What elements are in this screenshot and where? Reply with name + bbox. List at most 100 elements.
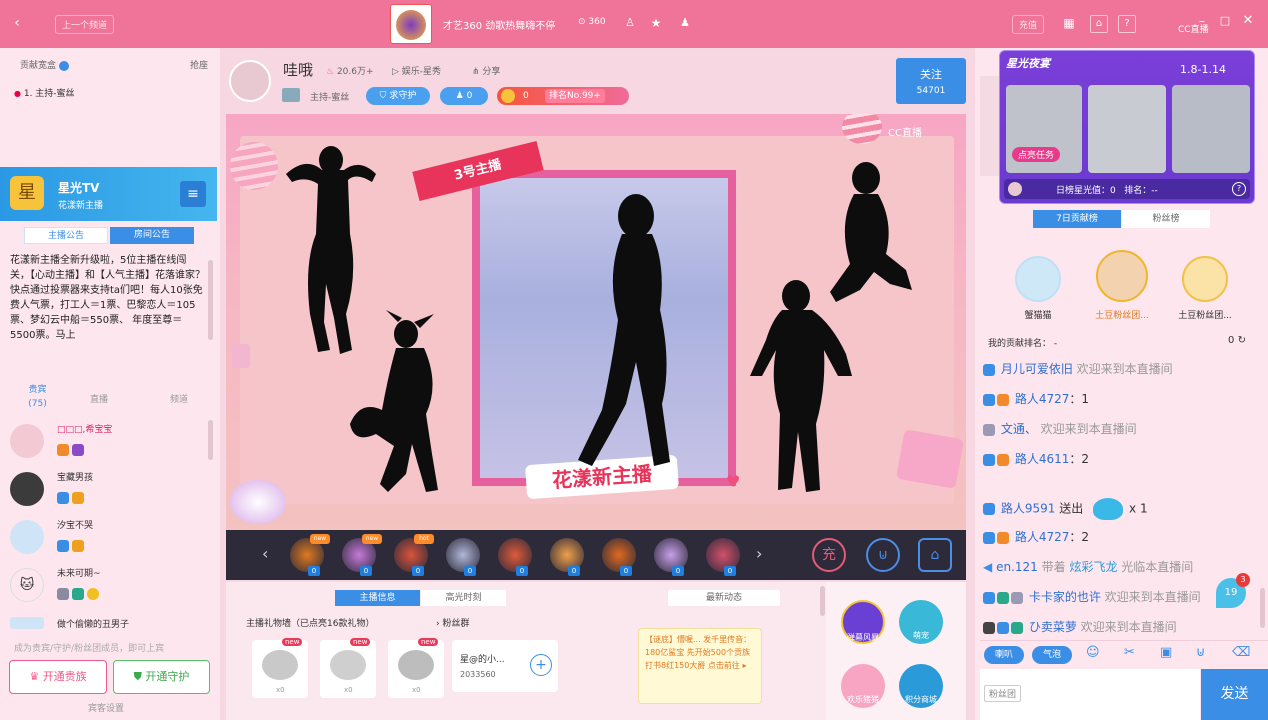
list-item[interactable]: 未来可期~ xyxy=(57,566,101,579)
fan-group-card[interactable]: 星@的小... 2033560 + xyxy=(452,640,558,692)
gift-wall-item[interactable]: new x0 xyxy=(388,638,444,698)
tab-moments[interactable]: 高光时刻 xyxy=(421,590,506,606)
horn-button[interactable]: 喇叭 xyxy=(984,646,1024,664)
image-icon[interactable]: ▣ xyxy=(1160,645,1172,660)
gift-item[interactable]: 0 hot xyxy=(392,534,434,576)
person-icon[interactable]: ♙ xyxy=(622,14,638,32)
gift-item[interactable]: 0 xyxy=(444,536,482,576)
help-icon[interactable]: ? xyxy=(1118,15,1136,33)
refresh-icon[interactable]: ↻ xyxy=(1238,335,1246,346)
scrollbar[interactable] xyxy=(820,586,825,616)
avatar[interactable] xyxy=(10,472,44,506)
gift-item[interactable]: 0 new xyxy=(288,534,330,576)
action-points-shop[interactable]: 积分商城 xyxy=(899,664,943,708)
gift-wall-item[interactable]: new x0 xyxy=(252,638,308,698)
chat-user[interactable]: 文通、 xyxy=(1001,422,1037,436)
tab-weekly-rank[interactable]: 7日贡献榜 xyxy=(1033,210,1121,228)
news-card[interactable]: 【谜底】懵喔... 发千里传音：180亿鲨宝 先开始500个贡族 打书8红150… xyxy=(638,628,762,704)
open-guard-label: 开通守护 xyxy=(145,670,190,683)
clear-icon[interactable]: ⌫ xyxy=(1232,645,1250,660)
tab-host-notice[interactable]: 主播公告 xyxy=(24,227,108,244)
help-icon[interactable]: ? xyxy=(1232,182,1246,196)
gift-count: 0 xyxy=(568,566,580,576)
chat-user[interactable]: 路人9591 xyxy=(1001,502,1056,516)
room-title: 才艺360 劲歌热舞嗨不停 xyxy=(443,21,556,32)
badge-icon xyxy=(983,363,995,376)
channel-banner[interactable]: 星 星光TV 花漾新主播 ≡ xyxy=(0,167,217,221)
gift-wall-item[interactable]: new x0 xyxy=(320,638,376,698)
gift-item[interactable]: 0 xyxy=(652,536,690,576)
list-item[interactable]: 汐宝不哭 xyxy=(57,518,93,531)
prev-room-button[interactable]: 上一个频道 xyxy=(55,15,115,34)
open-guard-button[interactable]: ⛊ 开通守护 xyxy=(113,660,210,694)
chat-text: 光临本直播间 xyxy=(1121,560,1194,574)
bubble-button[interactable]: 气泡 xyxy=(1032,646,1072,664)
avatar[interactable] xyxy=(1096,250,1148,302)
tab-vip[interactable]: 贵宾 (75) xyxy=(10,383,65,413)
avatar[interactable]: 🐱 xyxy=(10,568,44,602)
tab-room-notice[interactable]: 房间公告 xyxy=(110,227,194,244)
avatar[interactable] xyxy=(1015,256,1061,302)
chat-user[interactable]: 路人4611 xyxy=(1015,452,1070,466)
host-avatar[interactable] xyxy=(229,60,271,102)
recharge-button[interactable]: 充值 xyxy=(1012,15,1045,34)
avatar[interactable] xyxy=(1182,256,1228,302)
audience-scrollbar[interactable] xyxy=(208,420,213,460)
guard-button[interactable]: ⛉ 求守护 xyxy=(366,87,430,105)
gift-item[interactable]: 0 new xyxy=(340,534,382,576)
minimize-icon[interactable]: – xyxy=(1195,12,1209,30)
list-item[interactable]: □□□,希宝宝 xyxy=(57,422,112,435)
rank-button[interactable]: 0 排名No.99+ xyxy=(497,87,629,105)
tab-host-info[interactable]: 主播信息 xyxy=(335,590,420,606)
scissors-icon[interactable]: ✂ xyxy=(1124,645,1135,660)
users-icon[interactable]: ♟ xyxy=(677,14,693,32)
event-task[interactable]: 点亮任务 xyxy=(1012,147,1061,162)
chat-user[interactable]: 卡卡家的也许 xyxy=(1029,590,1101,604)
list-item[interactable]: 做个偷懒的丑男子 xyxy=(57,617,129,630)
avatar[interactable] xyxy=(10,424,44,458)
video-stage[interactable]: 3号主播 CC直播 花漾新主播 ♥ xyxy=(226,114,966,530)
chat-input[interactable]: 粉丝团 xyxy=(980,669,1200,720)
add-icon[interactable]: + xyxy=(530,654,552,676)
silhouette-left-bottom xyxy=(350,310,438,492)
emoji-icon[interactable]: ☺ xyxy=(1086,645,1100,660)
action-pig[interactable]: 欢乐猪猪 xyxy=(841,664,885,708)
gift-item[interactable]: 0 xyxy=(704,536,742,576)
chat-user[interactable]: 路人4727 xyxy=(1015,530,1070,544)
action-danmu[interactable]: 弹幕风暴 xyxy=(841,600,885,644)
star-icon[interactable]: ★ xyxy=(648,14,664,32)
open-vip-button[interactable]: ♛ 开通贵族 xyxy=(9,660,107,694)
avatar[interactable] xyxy=(10,520,44,554)
gift-item[interactable]: 0 xyxy=(548,536,586,576)
chat-user[interactable]: ひ卖菜萝 xyxy=(1029,620,1077,634)
maximize-icon[interactable]: □ xyxy=(1218,12,1232,30)
chat-user[interactable]: 月儿可爱依旧 xyxy=(1001,362,1073,376)
event-banner[interactable]: 星光夜宴 1.8-1.14 点亮任务 日榜星光值：0 排名：-- ? xyxy=(999,50,1255,204)
share-button[interactable]: ⋔ 分享 xyxy=(472,64,500,77)
home-icon[interactable]: ⌂ xyxy=(1090,15,1108,33)
bag-icon[interactable]: ⊍ xyxy=(1196,645,1206,660)
chat-user[interactable]: 路人4727 xyxy=(1015,392,1070,406)
send-button[interactable]: 发送 xyxy=(1201,669,1268,720)
grid-icon[interactable]: ▦ xyxy=(1060,14,1078,32)
fan-tag[interactable]: 粉丝团 xyxy=(984,685,1022,702)
fans-button[interactable]: ♟ 0 xyxy=(440,87,488,105)
chat-scrollbar[interactable] xyxy=(1260,588,1265,628)
category-link[interactable]: ▷ 娱乐-星秀 xyxy=(392,64,441,77)
avatar[interactable] xyxy=(10,617,44,629)
tab-fan-rank[interactable]: 粉丝榜 xyxy=(1122,210,1210,228)
action-pet[interactable]: 萌宠 xyxy=(899,600,943,644)
close-icon[interactable]: ✕ xyxy=(1241,12,1255,30)
chat-user[interactable]: en.121 xyxy=(996,560,1038,574)
list-item[interactable]: 宝藏男孩 xyxy=(57,470,93,483)
notice-scrollbar[interactable] xyxy=(208,260,213,340)
back-icon[interactable]: ‹ xyxy=(8,14,26,32)
tab-live[interactable]: 直播 xyxy=(90,392,108,405)
guest-settings[interactable]: 宾客设置 xyxy=(88,701,124,714)
gift-item[interactable]: 0 xyxy=(496,536,534,576)
gift-item[interactable]: 0 xyxy=(600,536,638,576)
grab-seat-link[interactable]: 抢座 xyxy=(190,58,208,71)
follow-button[interactable]: 关注 54701 xyxy=(896,58,966,104)
menu-icon[interactable]: ≡ xyxy=(180,181,206,207)
tab-channel[interactable]: 频道 xyxy=(170,392,188,405)
